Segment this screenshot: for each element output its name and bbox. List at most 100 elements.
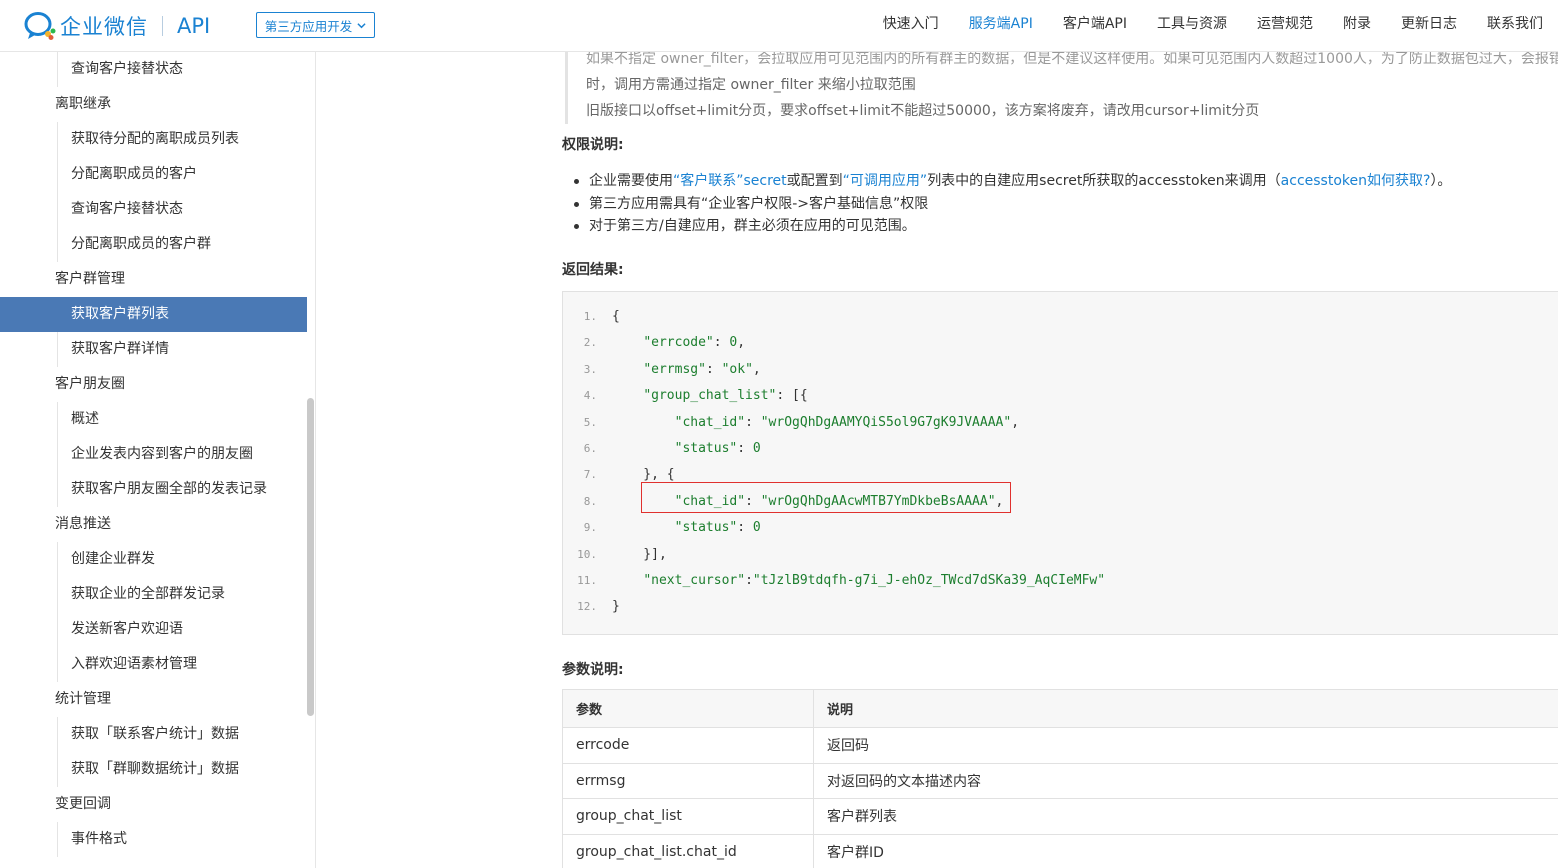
code-text: "next_cursor":"tJzlB9tdqfh-g7i_J-ehOz_TW…: [643, 573, 1106, 588]
permission-text: 列表中的自建应用secret所获取的accesstoken来调用（: [927, 173, 1281, 189]
code-text: {: [612, 309, 620, 324]
permission-text: 企业需要使用: [589, 173, 673, 189]
code-block[interactable]: 1.{2. "errcode": 0, 3. "errmsg": "ok", 4. …: [562, 291, 1558, 635]
code-text: "errcode": 0,: [643, 335, 746, 351]
line-number: 1.: [583, 310, 597, 323]
sidebar-list: 分配在职成员的客户查询客户接替状态离职继承获取待分配的离职成员列表分配离职成员的…: [0, 52, 307, 857]
param-desc-cell: 客户群ID: [813, 833, 1558, 868]
sidebar-item[interactable]: 发送新客户欢迎语: [0, 612, 307, 647]
column-header-desc: 说明: [813, 689, 1558, 728]
params-table: 参数 说明 errcode 返回码 errmsg 对返回码的文本描述内容 group_c…: [562, 689, 1558, 868]
code-text: }],: [612, 546, 667, 562]
permission-item: 对于第三方/自建应用，群主必须在应用的可见范围。: [572, 215, 1451, 238]
sidebar-item[interactable]: 获取客户群详情: [0, 332, 307, 367]
nav-item[interactable]: 附录: [1328, 0, 1386, 52]
code-text: "chat_id": "wrOgQhDgAAMYQiS5ol9G7gK9JVAA…: [674, 414, 1020, 430]
sidebar-item[interactable]: 事件格式: [0, 822, 307, 857]
line-number: 4.: [583, 389, 597, 403]
param-desc-cell: 客户群列表: [813, 798, 1558, 835]
table-row: group_chat_list.chat_id 客户群ID: [562, 833, 1558, 868]
line-number: 10.: [577, 547, 597, 561]
code-text: "group_chat_list": [{: [643, 388, 808, 404]
sidebar-group[interactable]: 客户朋友圈: [0, 367, 307, 402]
nav-item[interactable]: 快速入门: [868, 0, 954, 52]
sidebar-item[interactable]: 分配离职成员的客户: [0, 157, 307, 192]
brand-name: 企业微信: [60, 15, 148, 39]
brand-divider: [162, 16, 163, 36]
sidebar-item[interactable]: 获取客户群列表: [0, 297, 307, 332]
brand-api-label: API: [177, 14, 211, 38]
code-text: }: [612, 599, 620, 615]
line-number: 6.: [583, 442, 597, 455]
nav-item[interactable]: 运营规范: [1242, 0, 1328, 52]
line-number: 2.: [583, 336, 597, 350]
accesstoken-link[interactable]: accesstoken如何获取?: [1281, 173, 1431, 189]
line-number: 12.: [577, 600, 597, 614]
sidebar-group[interactable]: 消息推送: [0, 507, 307, 542]
sidebar-item[interactable]: 获取「联系客户统计」数据: [0, 717, 307, 752]
table-row: errmsg 对返回码的文本描述内容: [562, 762, 1558, 799]
permission-item: 第三方应用需具有“企业客户权限->客户基础信息”权限: [572, 193, 1451, 216]
chevron-down-icon: [357, 22, 366, 28]
line-number: 5.: [583, 415, 597, 429]
note-line: 时，调用方需通过指定 owner_filter 来缩小拉取范围: [586, 77, 916, 93]
param-name-cell: errcode: [562, 727, 814, 764]
nav-item[interactable]: 客户端API: [1048, 0, 1142, 52]
table-header-row: 参数 说明: [562, 689, 1558, 728]
brand-logo[interactable]: 企业微信 API: [24, 11, 210, 41]
wecom-logo-icon: [24, 12, 56, 40]
nav-item[interactable]: 联系我们: [1472, 0, 1558, 52]
sidebar-item[interactable]: 获取「群聊数据统计」数据: [0, 752, 307, 787]
sidebar-group[interactable]: 客户群管理: [0, 262, 307, 297]
line-number: 7.: [583, 468, 597, 482]
result-title: 返回结果:: [562, 262, 624, 278]
sidebar-item[interactable]: 分配离职成员的客户群: [0, 227, 307, 262]
param-name-cell: group_chat_list.chat_id: [562, 833, 814, 868]
sidebar-item[interactable]: 概述: [0, 402, 307, 437]
callable-app-link[interactable]: “可调用应用”: [843, 173, 928, 189]
top-nav: 快速入门 服务端API 客户端API 工具与资源 运营规范 附录 更新日志 联系我们: [868, 0, 1558, 52]
sidebar-item[interactable]: 获取企业的全部群发记录: [0, 577, 307, 612]
line-number: 3.: [583, 362, 597, 376]
nav-item[interactable]: 工具与资源: [1142, 0, 1242, 52]
secret-link[interactable]: “客户联系”secret: [673, 173, 787, 189]
app-type-dropdown[interactable]: 第三方应用开发: [256, 12, 375, 38]
permission-text: 或配置到: [786, 173, 843, 189]
sidebar: 分配在职成员的客户查询客户接替状态离职继承获取待分配的离职成员列表分配离职成员的…: [0, 52, 316, 868]
code-text: "chat_id": "wrOgQhDgAAcwMTB7YmDkbeBsAAAA…: [674, 493, 1004, 509]
params-title: 参数说明:: [562, 662, 624, 678]
code-text: "status": 0: [674, 441, 761, 456]
permission-title: 权限说明:: [562, 137, 624, 153]
sidebar-item[interactable]: 查询客户接替状态: [0, 192, 307, 227]
table-row: errcode 返回码: [562, 727, 1558, 764]
sidebar-item[interactable]: 获取客户朋友圈全部的发表记录: [0, 472, 307, 507]
sidebar-group[interactable]: 离职继承: [0, 87, 307, 122]
main-content: 如果不指定 owner_filter，会拉取应用可见范围内的所有群主的数据，但是…: [316, 52, 1558, 868]
param-desc-cell: 对返回码的文本描述内容: [813, 762, 1558, 799]
line-number: 8.: [583, 494, 597, 508]
code-text: }, {: [612, 467, 675, 483]
note-line: 如果不指定 owner_filter，会拉取应用可见范围内的所有群主的数据，但是…: [586, 52, 1558, 67]
table-row: group_chat_list 客户群列表: [562, 798, 1558, 835]
sidebar-item[interactable]: 企业发表内容到客户的朋友圈: [0, 437, 307, 472]
sidebar-group[interactable]: 统计管理: [0, 682, 307, 717]
param-desc-cell: 返回码: [813, 727, 1558, 764]
code-text: "status": 0: [674, 520, 761, 536]
column-header-param: 参数: [562, 689, 814, 728]
sidebar-item[interactable]: 创建企业群发: [0, 542, 307, 577]
code-text: "errmsg": "ok",: [643, 361, 761, 377]
sidebar-item[interactable]: 入群欢迎语素材管理: [0, 647, 307, 682]
param-name-cell: errmsg: [562, 762, 814, 799]
sidebar-scrollbar[interactable]: [307, 398, 314, 716]
nav-item[interactable]: 更新日志: [1386, 0, 1472, 52]
sidebar-item[interactable]: 查询客户接替状态: [0, 52, 307, 87]
line-number: 11.: [577, 574, 597, 587]
sidebar-item[interactable]: 获取待分配的离职成员列表: [0, 122, 307, 157]
nav-item[interactable]: 服务端API: [954, 0, 1048, 52]
note-line: 旧版接口以offset+limit分页，要求offset+limit不能超过50…: [586, 103, 1260, 119]
line-number: 9.: [583, 521, 597, 535]
note-blockquote: 如果不指定 owner_filter，会拉取应用可见范围内的所有群主的数据，但是…: [565, 52, 1558, 124]
app-type-dropdown-label: 第三方应用开发: [264, 18, 353, 34]
permission-list: 企业需要使用“客户联系”secret或配置到“可调用应用”列表中的自建应用sec…: [572, 170, 1451, 238]
sidebar-group[interactable]: 变更回调: [0, 787, 307, 822]
